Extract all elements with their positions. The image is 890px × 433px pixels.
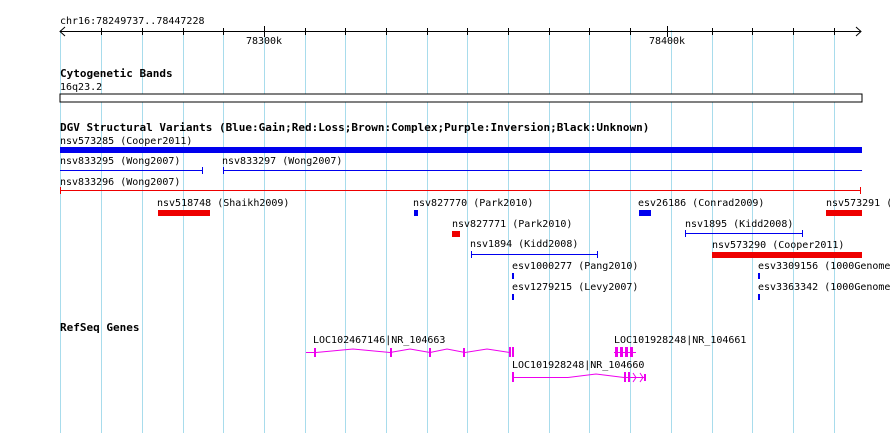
- variant-feature[interactable]: [512, 273, 514, 279]
- ruler-tick-label: 78400k: [649, 36, 685, 47]
- variant-label: nsv1895 (Kidd2008): [685, 219, 793, 230]
- variant-feature[interactable]: [452, 231, 460, 237]
- variant-feature[interactable]: [60, 147, 862, 153]
- gene-exon: [390, 348, 392, 357]
- variant-label: nsv1894 (Kidd2008): [470, 239, 578, 250]
- variant-feature[interactable]: [758, 294, 760, 300]
- ruler[interactable]: chr16:78249737..78447228 78300k 78400k: [59, 16, 862, 47]
- gene-intron: [567, 373, 625, 378]
- gene-exon: [620, 347, 623, 357]
- gene-exon: [463, 348, 465, 357]
- variant-feature[interactable]: [414, 210, 418, 216]
- gene-exon: [429, 348, 431, 357]
- variant-label: esv1279215 (Levy2007): [512, 282, 638, 293]
- gene-exon: [512, 372, 514, 382]
- cytoband-track[interactable]: Cytogenetic Bands 16q23.2: [59, 67, 863, 103]
- gene-label: LOC101928248|NR_104660: [512, 360, 644, 371]
- gene-label: LOC102467146|NR_104663: [313, 335, 445, 346]
- variant-label: esv3309156 (1000Genome: [758, 261, 890, 272]
- ruler-tick-label: 78300k: [246, 36, 282, 47]
- gene-model[interactable]: [614, 347, 636, 357]
- gene-model[interactable]: [306, 347, 514, 357]
- variant-feature[interactable]: [712, 252, 862, 258]
- gene-exon: [630, 347, 633, 357]
- variant-feature[interactable]: [758, 273, 760, 279]
- gene-exon: [628, 372, 630, 382]
- cytoband-label: 16q23.2: [60, 82, 102, 93]
- variant-label: esv3363342 (1000Genome: [758, 282, 890, 293]
- gene-exon: [615, 347, 618, 357]
- gene-exon: [644, 374, 646, 381]
- variant-label: esv1000277 (Pang2010): [512, 261, 638, 272]
- dgv-track[interactable]: DGV Structural Variants (Blue:Gain;Red:L…: [60, 121, 890, 300]
- dgv-track-title: DGV Structural Variants (Blue:Gain;Red:L…: [60, 121, 649, 134]
- gene-exon: [625, 347, 628, 357]
- genome-browser-canvas: chr16:78249737..78447228 78300k 78400k C…: [59, 16, 890, 433]
- variant-label: nsv573291 (C: [826, 198, 890, 209]
- gene-label: LOC101928248|NR_104661: [614, 335, 746, 346]
- refseq-track[interactable]: RefSeq Genes LOC102467146|NR_104663 LOC1…: [60, 321, 746, 383]
- variant-label: esv26186 (Conrad2009): [638, 198, 764, 209]
- variant-label: nsv833295 (Wong2007): [60, 156, 180, 167]
- variant-label: nsv827770 (Park2010): [413, 198, 533, 209]
- gene-exon: [314, 348, 316, 357]
- variant-feature[interactable]: [158, 210, 210, 216]
- cytoband-track-title: Cytogenetic Bands: [60, 67, 173, 80]
- variant-label: nsv833297 (Wong2007): [222, 156, 342, 167]
- variant-feature[interactable]: [512, 294, 514, 300]
- variant-label: nsv573290 (Cooper2011): [712, 240, 844, 251]
- cytoband-ideogram[interactable]: [59, 93, 863, 103]
- location-label: chr16:78249737..78447228: [60, 16, 205, 27]
- variant-label: nsv573285 (Cooper2011): [60, 136, 192, 147]
- variant-label: nsv833296 (Wong2007): [60, 177, 180, 188]
- genome-browser-panel: chr16:78249737..78447228 78300k 78400k C…: [0, 0, 890, 433]
- variant-feature[interactable]: [826, 210, 862, 216]
- variant-label: nsv827771 (Park2010): [452, 219, 572, 230]
- gene-exon: [509, 347, 511, 357]
- variant-label: nsv518748 (Shaikh2009): [157, 198, 289, 209]
- gene-exon: [624, 372, 626, 382]
- refseq-track-title: RefSeq Genes: [60, 321, 139, 334]
- gene-model[interactable]: [512, 372, 646, 383]
- gene-exon: [512, 347, 514, 357]
- variant-feature[interactable]: [639, 210, 651, 216]
- grid-lines: [60, 30, 835, 433]
